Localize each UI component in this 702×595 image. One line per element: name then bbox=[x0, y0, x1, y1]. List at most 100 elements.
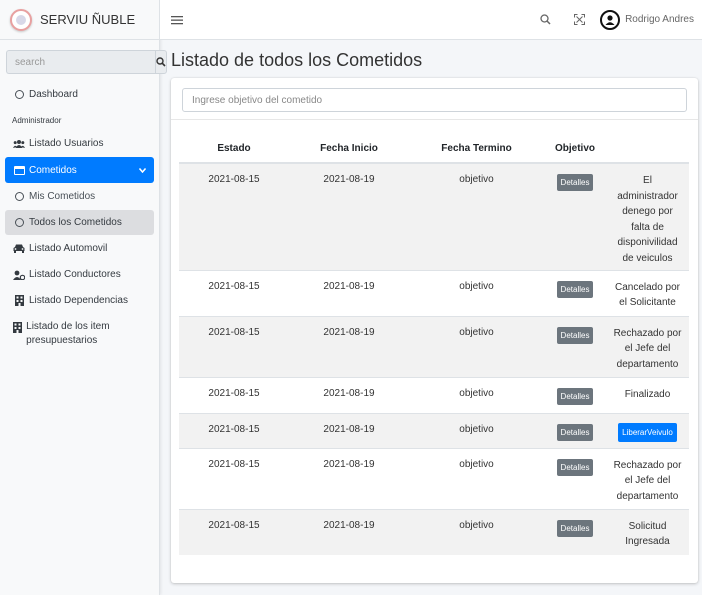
cell-fecha-inicio: 2021-08-19 bbox=[289, 447, 409, 509]
circle-icon bbox=[13, 217, 25, 229]
table-row: 2021-08-15 2021-08-19 objetivo Detalles … bbox=[179, 376, 689, 413]
column-header-fecha-inicio: Fecha Inicio bbox=[289, 135, 409, 164]
cell-estado: 2021-08-15 bbox=[179, 269, 289, 316]
table-row: 2021-08-15 2021-08-19 objetivo Detalles … bbox=[179, 412, 689, 448]
cell-fecha-termino: objetivo bbox=[409, 315, 544, 377]
search-input[interactable] bbox=[6, 50, 155, 74]
cell-objetivo: Detalles bbox=[544, 412, 606, 448]
sidebar-item-presupuestarios[interactable]: Listado de los item presupuestarios bbox=[5, 314, 154, 354]
sidebar-item-dependencias[interactable]: Listado Dependencias bbox=[5, 288, 154, 313]
sidebar-item-dashboard[interactable]: Dashboard bbox=[5, 82, 154, 107]
cell-fecha-termino: objetivo bbox=[409, 269, 544, 316]
cell-fecha-inicio: 2021-08-19 bbox=[289, 508, 409, 555]
chevron-down-icon bbox=[138, 166, 147, 175]
status-text: Finalizado bbox=[624, 388, 671, 400]
table-header-row: Estado Fecha Inicio Fecha Termino Objeti… bbox=[179, 135, 689, 164]
status-text: Solicitud Ingresada bbox=[625, 520, 670, 548]
detalles-button[interactable]: Detalles bbox=[556, 326, 594, 344]
cell-estado: 2021-08-15 bbox=[179, 162, 289, 270]
cell-status: LiberarVeivulo bbox=[606, 412, 689, 448]
sidebar-item-label: Listado Dependencias bbox=[29, 295, 128, 306]
car-icon bbox=[13, 243, 25, 255]
cell-estado: 2021-08-15 bbox=[179, 508, 289, 555]
status-text: Rechazado por el Jefe del departamento bbox=[613, 459, 682, 502]
cell-fecha-inicio: 2021-08-19 bbox=[289, 376, 409, 413]
table-row: 2021-08-15 2021-08-19 objetivo Detalles … bbox=[179, 508, 689, 555]
hamburger-icon[interactable] bbox=[170, 13, 184, 27]
sidebar: SERVIU ÑUBLE Dashboard Administrador Lis… bbox=[0, 0, 167, 595]
liberar-vehiculo-button[interactable]: LiberarVeivulo bbox=[618, 422, 677, 442]
cell-status: Solicitud Ingresada bbox=[606, 508, 689, 555]
sidebar-item-label: Cometidos bbox=[29, 164, 77, 176]
sidebar-header-admin: Administrador bbox=[12, 116, 62, 125]
brand-link[interactable]: SERVIU ÑUBLE bbox=[0, 0, 159, 40]
topbar-right: Rodrigo Andres bbox=[528, 9, 694, 30]
sidebar-item-conductores[interactable]: Listado Conductores bbox=[5, 262, 154, 287]
sidebar-item-cometidos[interactable]: Cometidos bbox=[5, 157, 154, 183]
cell-fecha-inicio: 2021-08-19 bbox=[289, 412, 409, 448]
detalles-button[interactable]: Detalles bbox=[556, 174, 594, 191]
detalles-button[interactable]: Detalles bbox=[556, 519, 594, 537]
expand-icon[interactable] bbox=[571, 12, 587, 28]
cell-fecha-termino: objetivo bbox=[409, 447, 544, 509]
topbar: Rodrigo Andres bbox=[160, 0, 702, 40]
status-text: Cancelado por el Solicitante bbox=[614, 281, 681, 309]
sidebar-item-label: Listado Conductores bbox=[29, 269, 121, 280]
column-header-status bbox=[606, 135, 689, 164]
cell-objetivo: Detalles bbox=[544, 447, 606, 509]
sidebar-item-label: Todos los Cometidos bbox=[29, 217, 122, 228]
table-row: 2021-08-15 2021-08-19 objetivo Detalles … bbox=[179, 315, 689, 377]
cell-estado: 2021-08-15 bbox=[179, 447, 289, 509]
sidebar-item-todos-cometidos[interactable]: Todos los Cometidos bbox=[5, 210, 154, 235]
cell-status: Cancelado por el Solicitante bbox=[606, 269, 689, 316]
sidebar-item-automovil[interactable]: Listado Automovil bbox=[5, 236, 154, 261]
cell-estado: 2021-08-15 bbox=[179, 376, 289, 413]
cell-fecha-inicio: 2021-08-19 bbox=[289, 269, 409, 316]
detalles-button[interactable]: Detalles bbox=[556, 387, 594, 405]
search-icon[interactable] bbox=[537, 12, 553, 28]
table-row: 2021-08-15 2021-08-19 objetivo Detalles … bbox=[179, 269, 689, 316]
sidebar-item-label: Listado Automovil bbox=[29, 243, 108, 254]
column-header-fecha-termino: Fecha Termino bbox=[409, 135, 544, 164]
driver-icon bbox=[13, 269, 25, 281]
cometidos-card: Estado Fecha Inicio Fecha Termino Objeti… bbox=[171, 78, 698, 583]
brand-logo bbox=[10, 8, 32, 31]
circle-icon bbox=[13, 191, 25, 203]
cell-fecha-inicio: 2021-08-19 bbox=[289, 315, 409, 377]
page-title: Listado de todos los Cometidos bbox=[171, 50, 423, 70]
cell-objetivo: Detalles bbox=[544, 508, 606, 555]
sidebar-item-label: Mis Cometidos bbox=[29, 191, 96, 202]
status-text: El administrador denego por falta de dis… bbox=[617, 175, 678, 264]
detalles-button[interactable]: Detalles bbox=[556, 423, 594, 441]
cell-objetivo: Detalles bbox=[544, 269, 606, 316]
status-text: Rechazado por el Jefe del departamento bbox=[613, 327, 682, 370]
cell-status: Finalizado bbox=[606, 376, 689, 413]
detalles-button[interactable]: Detalles bbox=[556, 280, 594, 298]
cell-objetivo: Detalles bbox=[544, 376, 606, 413]
circle-icon bbox=[13, 89, 25, 101]
cell-fecha-termino: objetivo bbox=[409, 412, 544, 448]
sidebar-item-mis-cometidos[interactable]: Mis Cometidos bbox=[5, 184, 154, 209]
sidebar-item-label: Dashboard bbox=[29, 89, 78, 100]
cell-status: Rechazado por el Jefe del departamento bbox=[606, 315, 689, 377]
cell-fecha-termino: objetivo bbox=[409, 162, 544, 270]
cell-status: El administrador denego por falta de dis… bbox=[606, 162, 689, 270]
cell-fecha-termino: objetivo bbox=[409, 508, 544, 555]
user-name[interactable]: Rodrigo Andres bbox=[625, 14, 694, 25]
table-row: 2021-08-15 2021-08-19 objetivo Detalles … bbox=[179, 162, 689, 270]
cell-status: Rechazado por el Jefe del departamento bbox=[606, 447, 689, 509]
sidebar-nav: Dashboard Administrador Listado Usuarios… bbox=[0, 82, 159, 354]
card-header bbox=[171, 78, 698, 120]
cometidos-table: Estado Fecha Inicio Fecha Termino Objeti… bbox=[179, 135, 689, 555]
user-circle-icon[interactable] bbox=[600, 9, 621, 30]
detalles-button[interactable]: Detalles bbox=[556, 458, 594, 476]
cell-estado: 2021-08-15 bbox=[179, 412, 289, 448]
column-header-objetivo: Objetivo bbox=[544, 135, 606, 164]
sidebar-item-label: Listado de los item presupuestarios bbox=[26, 321, 110, 346]
cell-estado: 2021-08-15 bbox=[179, 315, 289, 377]
objetivo-filter-input[interactable] bbox=[182, 88, 687, 112]
sidebar-item-usuarios[interactable]: Listado Usuarios bbox=[5, 131, 154, 156]
column-header-estado: Estado bbox=[179, 135, 289, 164]
cell-fecha-inicio: 2021-08-19 bbox=[289, 162, 409, 270]
cell-objetivo: Detalles bbox=[544, 315, 606, 377]
